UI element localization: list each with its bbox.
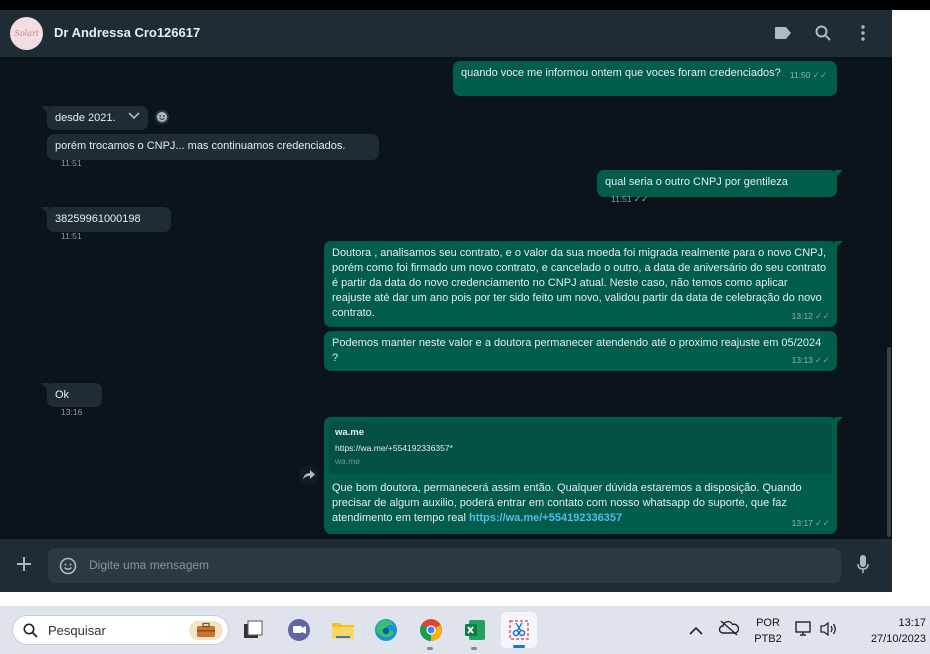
link-preview-url: https://wa.me/+554192336357* <box>335 443 453 453</box>
message-outgoing[interactable]: Podemos manter neste valor e a doutora p… <box>324 331 837 371</box>
volume-icon[interactable] <box>820 621 838 642</box>
search-icon[interactable] <box>812 22 834 44</box>
avatar[interactable]: Solari <box>10 17 43 50</box>
message-text: qual seria o outro CNPJ por gentileza <box>605 176 788 188</box>
message-incoming[interactable]: Ok 13:16 <box>41 383 102 417</box>
message-time: 13:16 <box>61 407 83 417</box>
link-preview-title: wa.me <box>335 427 365 438</box>
contact-name[interactable]: Dr Andressa Cro126617 <box>54 25 200 40</box>
label-icon[interactable] <box>772 22 794 44</box>
double-check-icon: ✓✓ <box>814 518 830 528</box>
message-list[interactable]: quando voce me informou ontem que voces … <box>0 57 892 539</box>
double-check-icon: ✓✓ <box>633 194 649 204</box>
double-check-icon: ✓✓ <box>814 311 830 321</box>
message-outgoing-link[interactable]: wa.me https://wa.me/+554192336357* wa.me… <box>324 417 843 534</box>
message-input[interactable]: Digite uma mensagem <box>48 548 841 583</box>
network-icon[interactable] <box>795 621 813 642</box>
plus-attach-icon[interactable] <box>16 556 32 577</box>
message-text: Podemos manter neste valor e a doutora p… <box>332 337 822 364</box>
running-app-indicator <box>471 647 477 650</box>
message-outgoing[interactable]: quando voce me informou ontem que voces … <box>453 61 837 96</box>
message-text: porém trocamos o CNPJ... mas continuamos… <box>55 140 346 152</box>
chevron-up-icon[interactable] <box>689 623 703 641</box>
desktop-background <box>892 10 930 606</box>
whatsapp-window: Solari Dr Andressa Cro126617 quando voce… <box>0 10 892 592</box>
microphone-icon[interactable] <box>857 555 869 580</box>
briefcase-icon <box>189 621 223 640</box>
message-time: 13:12 <box>791 311 813 321</box>
windows-taskbar: Pesquisar POR PTB2 13:17 27/10/2023 <box>0 606 930 654</box>
chevron-down-icon[interactable] <box>128 110 140 125</box>
message-text: 38259961000198 <box>55 213 141 225</box>
message-text: Ok <box>55 389 70 401</box>
scrollbar-thumb[interactable] <box>887 347 891 537</box>
clock[interactable]: 13:17 27/10/2023 <box>846 616 926 646</box>
chat-header[interactable]: Solari Dr Andressa Cro126617 <box>0 10 892 57</box>
message-incoming[interactable]: 38259961000198 11:51 <box>41 207 171 241</box>
double-check-icon: ✓✓ <box>814 355 830 365</box>
task-view-icon[interactable] <box>242 618 266 642</box>
message-incoming[interactable]: porém trocamos o CNPJ... mas continuamos… <box>47 134 379 168</box>
menu-kebab-icon[interactable] <box>852 22 874 44</box>
message-time: 13:13 <box>791 355 813 365</box>
chrome-browser-icon[interactable] <box>419 618 443 642</box>
language-code: POR <box>756 617 780 629</box>
react-emoji-icon[interactable] <box>155 110 169 124</box>
link-preview-card[interactable]: wa.me https://wa.me/+554192336357* wa.me <box>329 422 832 474</box>
clock-date: 27/10/2023 <box>870 633 926 645</box>
link-preview-domain: wa.me <box>335 456 361 466</box>
message-text: Doutora , analisamos seu contrato, e o v… <box>332 247 827 319</box>
teams-chat-icon[interactable] <box>287 618 311 642</box>
avatar-logo-text: Solari <box>14 29 39 38</box>
keyboard-language[interactable]: POR PTB2 <box>752 616 784 646</box>
snipping-tool-icon <box>507 618 531 647</box>
message-time: 13:17 <box>791 518 813 528</box>
snipping-tool-button[interactable] <box>501 612 537 648</box>
message-time: 11:51 <box>61 158 82 168</box>
file-explorer-icon[interactable] <box>331 618 355 642</box>
screen-top-edge <box>0 0 930 10</box>
message-outgoing[interactable]: Doutora , analisamos seu contrato, e o v… <box>324 241 843 327</box>
message-link[interactable]: https://wa.me/+554192336357 <box>469 512 622 524</box>
message-text: quando voce me informou ontem que voces … <box>461 67 781 79</box>
composer-bar: Digite uma mensagem <box>0 539 892 592</box>
active-app-indicator <box>513 645 525 648</box>
double-check-icon: ✓✓ <box>812 70 828 80</box>
onedrive-offline-icon[interactable] <box>718 620 740 641</box>
taskbar-search[interactable]: Pesquisar <box>12 615 229 645</box>
desktop-gap <box>0 592 892 606</box>
clock-time: 13:17 <box>898 617 926 629</box>
message-time: 11:51 <box>611 194 632 204</box>
edge-browser-icon[interactable] <box>374 618 398 642</box>
forward-icon[interactable] <box>299 465 319 485</box>
message-time: 11:50 <box>789 70 811 80</box>
message-time: 11:51 <box>61 231 82 241</box>
search-icon <box>23 623 38 643</box>
taskbar-search-placeholder: Pesquisar <box>48 623 106 638</box>
emoji-icon[interactable] <box>59 557 77 580</box>
message-incoming[interactable]: desde 2021. <box>41 106 148 130</box>
excel-icon[interactable] <box>463 618 487 642</box>
message-outgoing[interactable]: qual seria o outro CNPJ por gentileza 11… <box>597 170 843 204</box>
keyboard-layout-code: PTB2 <box>754 633 782 645</box>
message-text: desde 2021. <box>55 112 116 124</box>
running-app-indicator <box>427 647 433 650</box>
message-input-placeholder: Digite uma mensagem <box>89 558 210 572</box>
